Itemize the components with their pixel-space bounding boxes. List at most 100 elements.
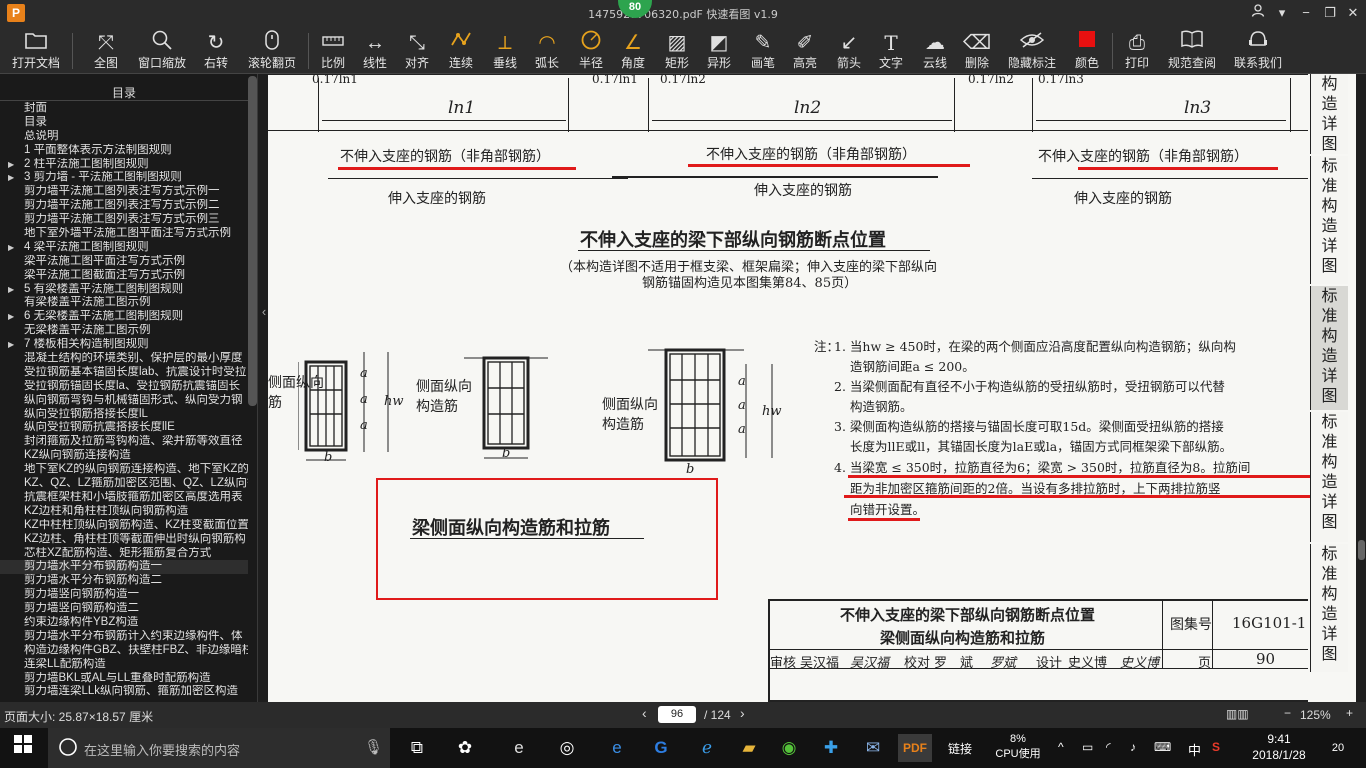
link-label[interactable]: 链接: [948, 740, 972, 757]
arc-length-button[interactable]: ◠ 弧长: [530, 29, 564, 72]
toc-item[interactable]: 1 平面整体表示方法制图规则: [0, 144, 248, 158]
toc-item[interactable]: 构造边缘构件GBZ、扶壁柱FBZ、非边缘暗柱: [0, 644, 248, 658]
restore-button[interactable]: ❐: [1320, 3, 1340, 23]
keyboard-icon[interactable]: ⌨: [1154, 740, 1171, 754]
next-page-icon[interactable]: ›: [740, 705, 745, 721]
zoom-in-icon[interactable]: +: [1346, 706, 1353, 720]
green-app-icon[interactable]: ◉: [774, 734, 804, 762]
document-scroll-thumb[interactable]: [1358, 540, 1365, 560]
show-hidden-icons-icon[interactable]: ^: [1058, 740, 1064, 754]
toc-item[interactable]: 混凝土结构的环境类别、保护层的最小厚度: [0, 352, 248, 366]
toc-item[interactable]: 剪力墙竖向钢筋构造二: [0, 602, 248, 616]
fit-all-button[interactable]: ⤧ 全图: [84, 29, 128, 72]
arrow-button[interactable]: ↙ 箭头: [832, 29, 866, 72]
toc-item[interactable]: 梁平法施工图截面注写方式示例: [0, 269, 248, 283]
toc-item[interactable]: 剪力墙平法施工图列表注写方式示例三: [0, 213, 248, 227]
aligned-measure-button[interactable]: ⤡ 对齐: [400, 29, 434, 72]
continuous-measure-button[interactable]: 连续: [444, 29, 478, 72]
zoom-level[interactable]: 125%: [1300, 708, 1331, 722]
expand-arrow-icon[interactable]: ▶: [8, 171, 14, 185]
toc-item[interactable]: ▶ 3 剪力墙 - 平法施工图制图规则: [0, 171, 248, 185]
expand-arrow-icon[interactable]: ▶: [8, 158, 14, 172]
tab-construction-detail[interactable]: 构造详图: [1310, 74, 1348, 154]
app-pinwheel-icon[interactable]: ✿: [450, 734, 480, 762]
radius-button[interactable]: 半径: [574, 29, 608, 72]
taskbar-search[interactable]: 在这里输入你要搜索的内容 🎙: [48, 728, 390, 768]
blue-app-icon[interactable]: ✚: [816, 734, 846, 762]
toc-item[interactable]: ▶ 2 柱平法施工图制图规则: [0, 158, 248, 172]
battery-icon[interactable]: ▭: [1082, 740, 1093, 754]
document-scrollbar[interactable]: [1356, 74, 1366, 702]
toc-item[interactable]: 剪力墙连梁LLk纵向钢筋、箍筋加密区构造: [0, 685, 248, 699]
toc-item[interactable]: 地下室外墙平法施工图平面注写方式示例: [0, 227, 248, 241]
pdf-viewer-taskbar-icon[interactable]: PDF: [898, 734, 932, 762]
user-icon[interactable]: [1248, 3, 1268, 23]
toc-item[interactable]: ▶ 5 有梁楼盖平法施工图制图规则: [0, 283, 248, 297]
minimize-button[interactable]: −: [1296, 3, 1316, 23]
zoom-window-button[interactable]: 窗口缩放: [136, 29, 188, 72]
toc-item[interactable]: 剪力墙水平分布钢筋构造一: [0, 560, 248, 575]
microphone-icon[interactable]: 🎙: [364, 738, 383, 756]
pencil-button[interactable]: ✎ 画笔: [746, 29, 780, 72]
ime-indicator[interactable]: 中: [1188, 740, 1201, 759]
toc-item[interactable]: 地下室KZ的纵向钢筋连接构造、地下室KZ的: [0, 463, 248, 477]
toc-item[interactable]: 剪力墙BKL或AL与LL重叠时配筋构造: [0, 672, 248, 686]
toc-item[interactable]: 芯柱XZ配筋构造、矩形箍筋复合方式: [0, 547, 248, 561]
internet-explorer-icon[interactable]: ℯ: [692, 734, 722, 762]
view-mode-icon[interactable]: ▥▥: [1226, 707, 1249, 721]
toc-item[interactable]: KZ纵向钢筋连接构造: [0, 449, 248, 463]
rectangle-area-button[interactable]: ▨ 矩形: [660, 29, 694, 72]
toc-item[interactable]: ▶ 7 楼板相关构造制图规则: [0, 338, 248, 352]
toc-item[interactable]: KZ边柱、角柱柱顶等截面伸出时纵向钢筋构: [0, 533, 248, 547]
color-button[interactable]: 颜色: [1070, 29, 1104, 72]
close-button[interactable]: ✕: [1343, 3, 1363, 23]
volume-icon[interactable]: ♪: [1130, 740, 1136, 754]
wheel-page-button[interactable]: 滚轮翻页: [244, 29, 300, 72]
print-button[interactable]: ⎙ 打印: [1120, 29, 1154, 72]
expand-arrow-icon[interactable]: ▶: [8, 310, 14, 324]
prev-page-icon[interactable]: ‹: [642, 705, 647, 721]
scale-button[interactable]: 比例: [316, 29, 350, 72]
toc-item[interactable]: ▶ 6 无梁楼盖平法施工图制图规则: [0, 310, 248, 324]
tab-standard-detail[interactable]: 标准构造详图: [1310, 412, 1348, 542]
toc-item[interactable]: 剪力墙竖向钢筋构造一: [0, 588, 248, 602]
menu-dropdown-icon[interactable]: ▾: [1272, 3, 1292, 23]
toc-item[interactable]: 剪力墙水平分布钢筋构造二: [0, 574, 248, 588]
tab-standard-detail[interactable]: 标准构造详图: [1310, 544, 1348, 672]
start-button[interactable]: [8, 734, 38, 762]
edge-browser-icon[interactable]: e: [602, 734, 632, 762]
angle-button[interactable]: ∠ 角度: [616, 29, 650, 72]
toc-item[interactable]: 受拉钢筋锚固长度la、受拉钢筋抗震锚固长: [0, 380, 248, 394]
toc-item[interactable]: 剪力墙水平分布钢筋计入约束边缘构件、体: [0, 630, 248, 644]
contact-us-button[interactable]: 联系我们: [1230, 29, 1286, 72]
expand-arrow-icon[interactable]: ▶: [8, 338, 14, 352]
toc-item[interactable]: 纵向钢筋弯钩与机械锚固形式、纵向受力钢: [0, 394, 248, 408]
toc-item[interactable]: 封面: [0, 102, 248, 116]
toc-item[interactable]: 有梁楼盖平法施工图示例: [0, 296, 248, 310]
toc-item[interactable]: 总说明: [0, 130, 248, 144]
toc-item[interactable]: 剪力墙平法施工图列表注写方式示例二: [0, 199, 248, 213]
file-explorer-icon[interactable]: ▰: [734, 734, 764, 762]
linear-measure-button[interactable]: ↔ 线性: [358, 29, 392, 72]
expand-arrow-icon[interactable]: ▶: [8, 283, 14, 297]
irregular-area-button[interactable]: ◩ 异形: [702, 29, 736, 72]
toc-item[interactable]: 无梁楼盖平法施工图示例: [0, 324, 248, 338]
toc-item[interactable]: KZ边柱和角柱柱顶纵向钢筋构造: [0, 505, 248, 519]
toc-item[interactable]: 约束边缘构件YBZ构造: [0, 616, 248, 630]
open-document-button[interactable]: 打开文档: [6, 29, 66, 72]
cpu-meter[interactable]: 8% CPU使用: [990, 732, 1046, 762]
tab-standard-detail-active[interactable]: 标准构造详图: [1310, 286, 1348, 410]
app-spiral-icon[interactable]: ◎: [552, 734, 582, 762]
toc-item[interactable]: ▶ 4 梁平法施工图制图规则: [0, 241, 248, 255]
perpendicular-button[interactable]: ⟂ 垂线: [488, 29, 522, 72]
sogou-ime-icon[interactable]: S: [1212, 740, 1220, 754]
notification-center-icon[interactable]: 20: [1326, 738, 1350, 758]
toc-item[interactable]: 抗震框架柱和小墙肢箍筋加密区高度选用表: [0, 491, 248, 505]
toc-item[interactable]: 目录: [0, 116, 248, 130]
sidebar-scrollbar[interactable]: [248, 76, 257, 406]
text-button[interactable]: T 文字: [874, 29, 908, 72]
zoom-out-icon[interactable]: −: [1284, 706, 1291, 720]
tab-standard-detail[interactable]: 标准构造详图: [1310, 156, 1348, 284]
page-number-input[interactable]: 96: [658, 706, 696, 723]
document-view[interactable]: 0.17ln1 0.17ln1 0.17ln2 0.17ln2 0.17ln3 …: [268, 74, 1356, 702]
